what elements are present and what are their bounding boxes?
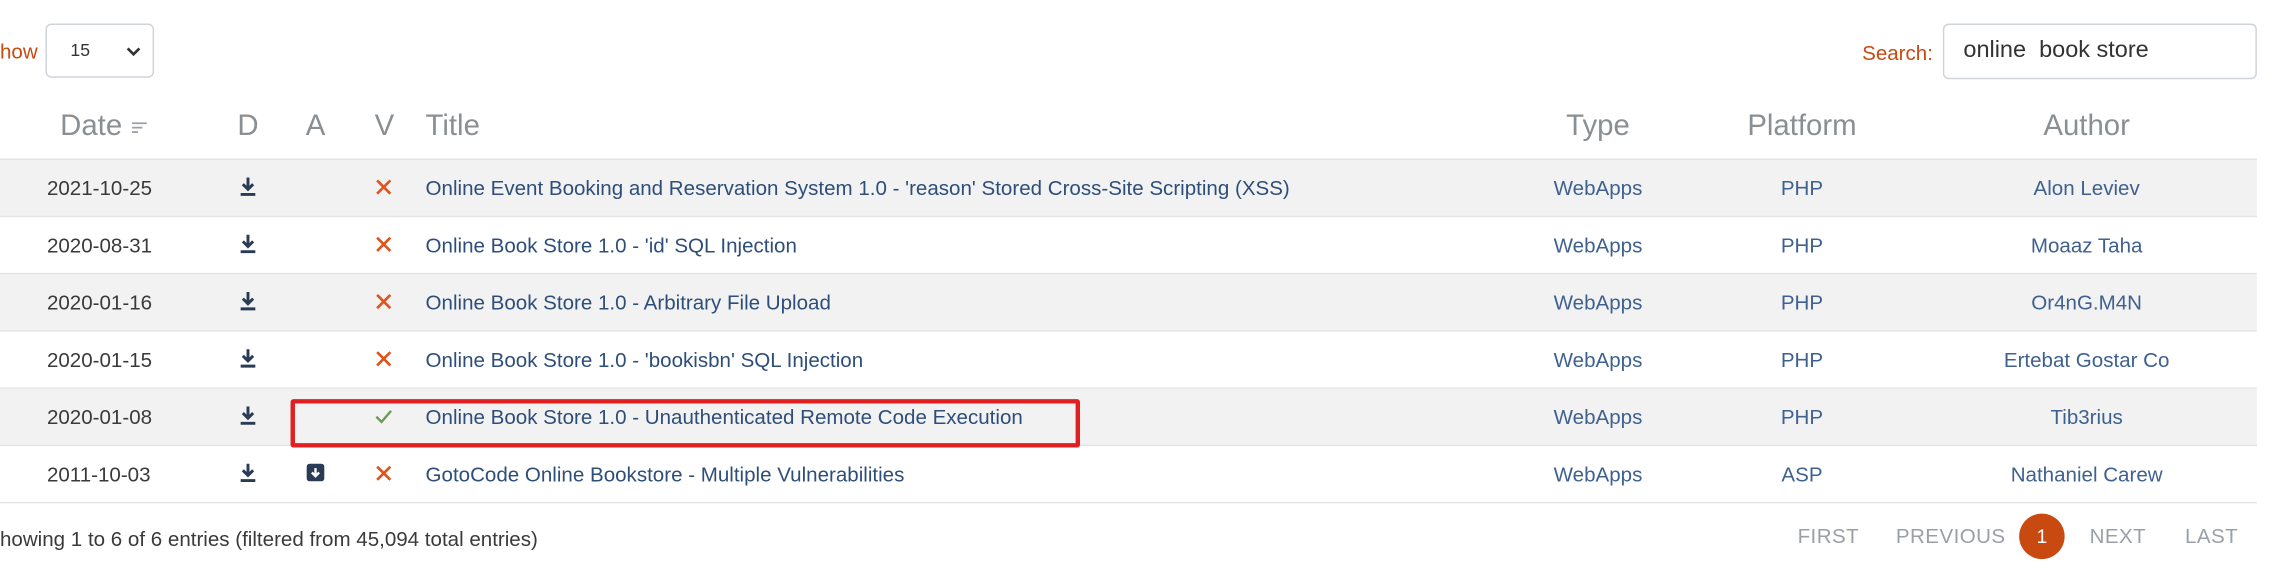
- row-author-link[interactable]: Or4nG.M4N: [2031, 291, 2142, 314]
- row-type-link[interactable]: WebApps: [1554, 405, 1643, 428]
- column-header-type[interactable]: Type: [1566, 110, 1630, 144]
- pagination-previous[interactable]: PREVIOUS: [1896, 524, 2006, 547]
- column-header-application[interactable]: A: [306, 110, 326, 144]
- cross-icon: [374, 464, 393, 483]
- download-icon[interactable]: [238, 176, 259, 197]
- row-author-link[interactable]: Ertebat Gostar Co: [2004, 348, 2170, 371]
- table-header: Date D A V Title Type Platform Author: [0, 100, 2257, 160]
- row-date: 2020-01-15: [46, 347, 153, 372]
- row-title-link[interactable]: Online Book Store 1.0 - 'id' SQL Injecti…: [426, 233, 797, 256]
- row-platform-link[interactable]: PHP: [1781, 176, 1823, 199]
- row-type-link[interactable]: WebApps: [1554, 348, 1643, 371]
- pagination-current-page[interactable]: 1: [2019, 513, 2065, 560]
- table-row: 2021-10-25 Online Event Booking and Reser…: [0, 159, 2257, 218]
- row-type-link[interactable]: WebApps: [1554, 176, 1643, 199]
- column-header-platform[interactable]: Platform: [1747, 110, 1856, 144]
- row-author-link[interactable]: Tib3rius: [2050, 405, 2122, 428]
- pagination-first[interactable]: FIRST: [1798, 524, 1860, 547]
- row-platform-link[interactable]: PHP: [1781, 291, 1823, 314]
- column-header-verified[interactable]: V: [375, 110, 395, 144]
- highlight-box: [290, 399, 1081, 448]
- pagination-last[interactable]: LAST: [2185, 524, 2238, 547]
- row-platform-link[interactable]: ASP: [1781, 462, 1822, 485]
- search-input[interactable]: online book store: [1942, 23, 2257, 80]
- page-length-value: 15: [70, 39, 91, 61]
- search-label: Search:: [1862, 41, 1933, 65]
- column-header-date-label: Date: [60, 110, 123, 143]
- table-row: 2011-10-03 GotoCode Online Bookstore - Mu…: [0, 446, 2257, 504]
- row-type-link[interactable]: WebApps: [1554, 462, 1643, 485]
- row-author-link[interactable]: Nathaniel Carew: [2011, 462, 2163, 485]
- table-row: 2020-01-16 Online Book Store 1.0 - Arbitr…: [0, 274, 2257, 332]
- sort-icon: [132, 121, 148, 133]
- row-author-link[interactable]: Alon Leviev: [2034, 176, 2140, 199]
- row-type-link[interactable]: WebApps: [1554, 291, 1643, 314]
- row-title-link[interactable]: GotoCode Online Bookstore - Multiple Vul…: [426, 462, 905, 485]
- chevron-down-icon: [126, 47, 141, 57]
- download-icon[interactable]: [238, 233, 259, 254]
- row-date: 2021-10-25: [46, 176, 153, 200]
- row-author-link[interactable]: Moaaz Taha: [2031, 233, 2143, 256]
- download-icon[interactable]: [238, 291, 259, 312]
- column-header-title[interactable]: Title: [426, 110, 480, 144]
- download-icon[interactable]: [238, 462, 259, 483]
- exploit-table-page: how 15 Search: online book store Date D …: [0, 0, 2292, 587]
- row-date: 2020-01-16: [46, 290, 153, 315]
- column-header-date[interactable]: Date: [60, 110, 148, 144]
- row-date: 2020-08-31: [46, 233, 153, 257]
- cross-icon: [374, 235, 393, 254]
- row-type-link[interactable]: WebApps: [1554, 233, 1643, 256]
- pagination-next[interactable]: NEXT: [2090, 524, 2147, 547]
- column-header-download[interactable]: D: [237, 110, 258, 144]
- cross-icon: [374, 349, 393, 368]
- table-row: 2020-08-31 Online Book Store 1.0 - 'id' S…: [0, 217, 2257, 275]
- row-date: 2020-01-08: [46, 405, 153, 429]
- row-title-link[interactable]: Online Book Store 1.0 - Arbitrary File U…: [426, 291, 831, 314]
- row-platform-link[interactable]: PHP: [1781, 348, 1823, 371]
- cross-icon: [374, 292, 393, 311]
- cross-icon: [374, 178, 393, 197]
- page-length-select[interactable]: 15: [45, 23, 155, 78]
- row-date: 2011-10-03: [46, 462, 151, 486]
- download-icon[interactable]: [238, 405, 259, 426]
- row-platform-link[interactable]: PHP: [1781, 233, 1823, 256]
- entries-info: howing 1 to 6 of 6 entries (filtered fro…: [0, 526, 538, 551]
- row-title-link[interactable]: Online Book Store 1.0 - 'bookisbn' SQL I…: [426, 348, 864, 371]
- table-row: 2020-01-15 Online Book Store 1.0 - 'booki…: [0, 332, 2257, 389]
- download-icon[interactable]: [238, 348, 259, 369]
- archive-download-icon[interactable]: [305, 462, 326, 483]
- column-header-author[interactable]: Author: [2043, 110, 2129, 144]
- show-entries-label: how: [0, 39, 38, 64]
- row-title-link[interactable]: Online Event Booking and Reservation Sys…: [426, 176, 1290, 199]
- table-body: 2021-10-25 Online Event Booking and Reser…: [0, 159, 2257, 504]
- row-platform-link[interactable]: PHP: [1781, 405, 1823, 428]
